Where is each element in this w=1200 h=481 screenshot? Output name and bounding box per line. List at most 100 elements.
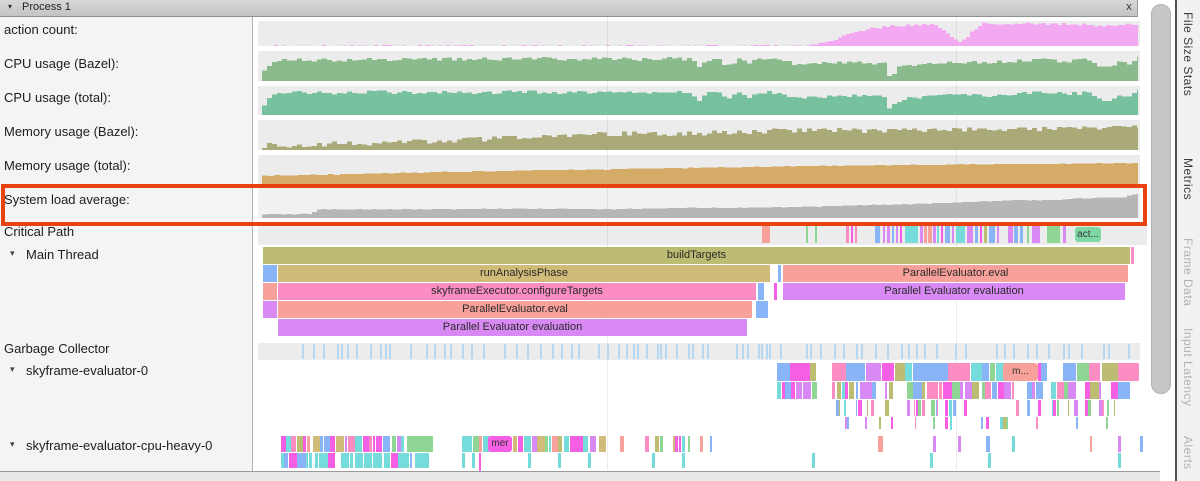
cpu-heavy-slice[interactable] <box>306 453 308 468</box>
cpu-heavy-slice[interactable] <box>564 436 569 452</box>
gc-event[interactable] <box>965 344 967 359</box>
sidebar-tab-alerts[interactable]: Alerts <box>1181 436 1195 470</box>
slice-skyframeexecutor-configuretargets[interactable]: skyframeExecutor.configureTargets <box>278 283 756 300</box>
evaluator0-slice[interactable] <box>844 400 846 416</box>
evaluator0-slice[interactable] <box>922 400 925 416</box>
gc-event[interactable] <box>665 344 667 359</box>
evaluator0-slice[interactable] <box>858 400 862 416</box>
evaluator0-slice[interactable] <box>1057 400 1059 416</box>
gc-event[interactable] <box>747 344 749 359</box>
evaluator0-slice[interactable] <box>1106 417 1108 429</box>
gc-event[interactable] <box>561 344 563 359</box>
evaluator0-slice[interactable] <box>852 382 854 399</box>
cpu-heavy-slice[interactable] <box>376 436 382 452</box>
cpu-heavy-slice[interactable] <box>315 453 318 468</box>
cpu-heavy-slice[interactable] <box>700 436 703 452</box>
process-header[interactable]: ▾ Process 1 x <box>0 0 1138 17</box>
gc-event[interactable] <box>916 344 918 359</box>
critical-path-event[interactable] <box>1008 226 1013 243</box>
cpu-heavy-slice[interactable] <box>878 436 883 452</box>
gc-event[interactable] <box>834 344 836 359</box>
cpu-heavy-slice[interactable] <box>284 453 288 468</box>
evaluator0-slice[interactable] <box>1012 382 1014 399</box>
critical-path-event[interactable] <box>815 226 817 243</box>
evaluator0-slice[interactable] <box>915 417 916 429</box>
cpu-heavy-slice[interactable] <box>933 436 936 452</box>
gc-event[interactable] <box>626 344 628 359</box>
critical-path-event[interactable] <box>956 226 965 243</box>
evaluator0-slice[interactable] <box>872 382 876 399</box>
collapse-icon[interactable]: ▾ <box>8 2 12 11</box>
critical-path-event[interactable] <box>928 226 932 243</box>
evaluator0-slice[interactable] <box>796 382 802 399</box>
thread-label-skyframe-evaluator-cpu-heavy-0-collapse-icon[interactable]: ▾ <box>10 439 15 450</box>
critical-path-event[interactable] <box>846 226 849 243</box>
evaluator0-slice[interactable] <box>931 382 938 399</box>
gc-event[interactable] <box>936 344 938 359</box>
critical-path-event[interactable] <box>1047 226 1060 243</box>
critical-path-event[interactable] <box>883 226 885 243</box>
cpu-heavy-slice[interactable] <box>986 436 990 452</box>
cpu-heavy-slice[interactable] <box>1140 436 1143 452</box>
slice[interactable] <box>774 283 777 300</box>
critical-path-event[interactable] <box>984 226 987 243</box>
evaluator0-slice[interactable] <box>985 382 991 399</box>
evaluator0-slice[interactable] <box>845 382 848 399</box>
evaluator0-slice[interactable] <box>889 382 893 399</box>
evaluator0-slice[interactable] <box>1076 417 1078 429</box>
cpu-heavy-slice[interactable] <box>588 453 591 468</box>
cpu-heavy-slice[interactable] <box>421 453 429 468</box>
slice[interactable] <box>778 265 781 282</box>
evaluator0-slice[interactable] <box>953 400 956 416</box>
evaluator0-slice[interactable] <box>972 382 979 399</box>
cpu-heavy-slice[interactable] <box>549 436 551 452</box>
slice[interactable] <box>758 283 764 300</box>
sidebar-tab-file-size-stats[interactable]: File Size Stats <box>1181 12 1195 96</box>
gc-event[interactable] <box>462 344 464 359</box>
gc-event[interactable] <box>1063 344 1065 359</box>
slice[interactable] <box>263 301 277 318</box>
critical-path-event[interactable] <box>1014 226 1018 243</box>
gc-event[interactable] <box>302 344 304 359</box>
cpu-heavy-slice[interactable] <box>545 436 548 452</box>
gc-event[interactable] <box>843 344 845 359</box>
slice[interactable] <box>1131 247 1134 264</box>
gc-event[interactable] <box>1068 344 1070 359</box>
evaluator0-slice[interactable] <box>1004 382 1011 399</box>
cpu-heavy-slice[interactable] <box>675 436 678 452</box>
cpu-heavy-slice[interactable] <box>369 436 372 452</box>
evaluator0-slice[interactable] <box>895 363 905 381</box>
cpu-heavy-slice[interactable] <box>355 453 363 468</box>
cpu-heavy-slice[interactable] <box>355 436 362 452</box>
gc-event[interactable] <box>1048 344 1050 359</box>
critical-path-event[interactable] <box>1020 226 1023 243</box>
thread-label-skyframe-evaluator-0[interactable]: skyframe-evaluator-0 <box>26 363 148 378</box>
cpu-heavy-slice[interactable] <box>370 453 372 468</box>
gc-event[interactable] <box>780 344 782 359</box>
cpu-heavy-slice[interactable] <box>462 436 470 452</box>
cpu-heavy-slice[interactable] <box>528 453 531 468</box>
evaluator0-slice[interactable] <box>1068 382 1076 399</box>
critical-path-event[interactable] <box>967 226 973 243</box>
cpu-heavy-slice[interactable] <box>1090 436 1092 452</box>
cpu-heavy-slice[interactable] <box>679 436 681 452</box>
gc-event[interactable] <box>450 344 452 359</box>
evaluator0-slice[interactable] <box>812 382 817 399</box>
evaluator0-slice[interactable] <box>791 382 795 399</box>
slice[interactable] <box>263 265 277 282</box>
gc-event[interactable] <box>820 344 822 359</box>
evaluator0-slice[interactable] <box>1114 400 1115 416</box>
sidebar-tab-metrics[interactable]: Metrics <box>1181 158 1195 200</box>
cpu-heavy-slice[interactable] <box>320 436 323 452</box>
slice-parallel-evaluator-evaluation[interactable]: Parallel Evaluator evaluation <box>783 283 1125 300</box>
cpu-heavy-slice[interactable] <box>599 436 606 452</box>
evaluator0-slice[interactable] <box>1038 363 1041 381</box>
cpu-heavy-slice[interactable] <box>303 436 306 452</box>
evaluator0-slice[interactable] <box>832 363 846 381</box>
gc-event[interactable] <box>426 344 428 359</box>
gc-event[interactable] <box>633 344 635 359</box>
critical-path-event[interactable] <box>896 226 898 243</box>
gc-event[interactable] <box>646 344 648 359</box>
gc-event[interactable] <box>1128 344 1130 359</box>
cpu-heavy-slice[interactable] <box>590 436 596 452</box>
